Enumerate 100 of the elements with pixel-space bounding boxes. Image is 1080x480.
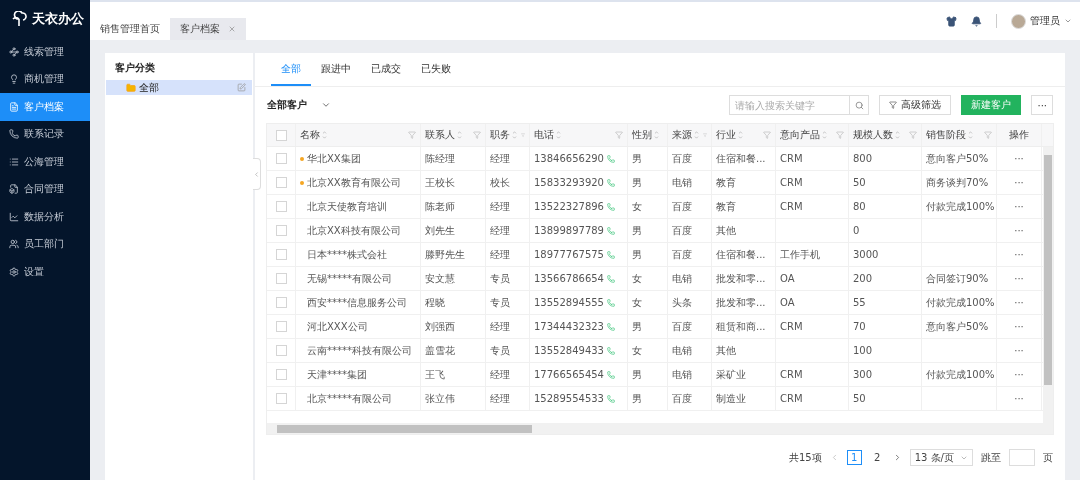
table-cell[interactable]: ··· xyxy=(1014,345,1024,356)
sort-icon[interactable] xyxy=(654,130,659,140)
sort-icon[interactable] xyxy=(968,130,973,140)
checkbox[interactable] xyxy=(275,273,287,284)
filter-button[interactable]: 高级筛选 xyxy=(879,95,952,115)
column-header[interactable]: 规模人数 xyxy=(849,124,922,146)
phone-icon[interactable] xyxy=(607,226,615,235)
column-header[interactable]: 销售阶段 xyxy=(922,124,997,146)
phone-icon[interactable] xyxy=(607,250,615,259)
column-header[interactable]: 操作 xyxy=(997,124,1042,146)
filter-icon[interactable] xyxy=(473,131,481,139)
phone-icon[interactable] xyxy=(607,298,615,307)
jump-field[interactable] xyxy=(1009,449,1035,466)
phone-icon[interactable] xyxy=(607,394,615,403)
sort-icon[interactable] xyxy=(895,130,900,140)
user-name[interactable]: 管理员 xyxy=(1030,14,1060,28)
category-item[interactable]: 全部 xyxy=(106,80,252,95)
route-icon xyxy=(9,46,19,57)
phone-icon[interactable] xyxy=(607,202,615,211)
sidebar-item[interactable]: 公海管理 xyxy=(0,148,90,176)
checkbox[interactable] xyxy=(275,321,287,332)
column-header[interactable]: 联系人 xyxy=(421,124,486,146)
table-cell[interactable]: ··· xyxy=(1014,225,1024,236)
sidebar-item[interactable]: 合同管理 xyxy=(0,175,90,203)
sidebar-item[interactable]: 联系记录 xyxy=(0,120,90,148)
column-header[interactable]: 意向产品 xyxy=(776,124,849,146)
table-cell[interactable]: ··· xyxy=(1014,273,1024,284)
phone-icon[interactable] xyxy=(607,346,615,355)
column-header[interactable]: 电话 xyxy=(530,124,628,146)
avatar[interactable] xyxy=(1011,13,1026,29)
table-cell[interactable]: ··· xyxy=(1014,153,1024,164)
phone-icon[interactable] xyxy=(607,322,615,331)
sort-icon[interactable] xyxy=(822,130,827,140)
column-header[interactable]: 性别 xyxy=(628,124,668,146)
search-icon[interactable] xyxy=(854,100,864,110)
checkbox[interactable] xyxy=(275,201,287,212)
view-select[interactable]: 全部客户 xyxy=(267,98,331,112)
status-tab[interactable]: 跟进中 xyxy=(311,53,361,86)
sidebar-item[interactable]: 商机管理 xyxy=(0,65,90,93)
sidebar-item[interactable]: 员工部门 xyxy=(0,230,90,258)
sort-icon[interactable] xyxy=(512,130,517,140)
page-size-select[interactable]: 13 条/页 xyxy=(909,449,973,466)
checkbox[interactable] xyxy=(275,393,287,404)
column-header[interactable]: 行业 xyxy=(712,124,776,146)
table-cell[interactable]: ··· xyxy=(1014,249,1024,260)
phone-icon[interactable] xyxy=(607,178,615,187)
sort-icon[interactable] xyxy=(738,130,743,140)
phone-icon[interactable] xyxy=(607,274,615,283)
column-header[interactable]: 职务 xyxy=(486,124,530,146)
sidebar-item[interactable]: 数据分析 xyxy=(0,203,90,231)
sort-icon[interactable] xyxy=(457,130,462,140)
table-cell[interactable]: ··· xyxy=(1014,393,1024,404)
table-cell[interactable]: ··· xyxy=(1014,369,1024,380)
sidebar-item[interactable]: 设置 xyxy=(0,258,90,286)
status-tab[interactable]: 已失败 xyxy=(411,53,461,86)
more-button[interactable]: ··· xyxy=(1031,95,1053,115)
bell-icon[interactable] xyxy=(971,15,982,27)
column-header[interactable]: 名称 xyxy=(296,124,421,146)
checkbox[interactable] xyxy=(275,345,287,356)
chevron-down-icon[interactable] xyxy=(1064,17,1072,25)
status-tab[interactable]: 已成交 xyxy=(361,53,411,86)
checkbox[interactable] xyxy=(275,129,287,141)
close-icon[interactable] xyxy=(228,25,236,33)
vertical-scrollbar[interactable] xyxy=(1043,147,1053,424)
search-bar[interactable]: 请输入搜索关键字 xyxy=(729,95,870,115)
sidebar-item[interactable]: 线索管理 xyxy=(0,38,90,66)
filter-icon[interactable] xyxy=(909,131,917,139)
page-tab[interactable]: 客户档案 xyxy=(170,18,246,40)
horizontal-scrollbar[interactable] xyxy=(267,423,1053,434)
folder-icon xyxy=(126,82,136,93)
checkbox[interactable] xyxy=(275,225,287,236)
checkbox[interactable] xyxy=(275,297,287,308)
page-button[interactable]: 2 xyxy=(869,450,885,465)
checkbox[interactable] xyxy=(275,369,287,380)
filter-icon[interactable] xyxy=(763,131,771,139)
sort-icon[interactable] xyxy=(556,130,561,140)
table-cell[interactable]: ··· xyxy=(1014,297,1024,308)
page-button[interactable]: 1 xyxy=(846,450,862,465)
table-cell: 刘先生 xyxy=(425,223,455,238)
table-cell[interactable]: ··· xyxy=(1014,201,1024,212)
filter-icon[interactable] xyxy=(615,131,623,139)
checkbox[interactable] xyxy=(275,249,287,260)
filter-icon[interactable] xyxy=(984,131,992,139)
filter-icon[interactable] xyxy=(836,131,844,139)
edit-icon[interactable] xyxy=(237,83,246,92)
checkbox[interactable] xyxy=(275,177,287,188)
table-cell[interactable]: ··· xyxy=(1014,321,1024,332)
phone-icon[interactable] xyxy=(607,370,615,379)
collapse-handle[interactable] xyxy=(253,158,261,190)
sort-icon[interactable] xyxy=(694,130,699,140)
column-header[interactable]: 来源 xyxy=(668,124,712,146)
table-cell[interactable]: ··· xyxy=(1014,177,1024,188)
chevron-down-icon[interactable] xyxy=(321,100,331,110)
shirt-icon[interactable] xyxy=(946,15,957,27)
checkbox[interactable] xyxy=(275,153,287,164)
sort-icon[interactable] xyxy=(322,130,327,140)
phone-icon[interactable] xyxy=(607,154,615,163)
status-tab[interactable]: 全部 xyxy=(271,53,311,86)
filter-icon[interactable] xyxy=(408,131,416,139)
chevron-left-icon[interactable] xyxy=(253,170,260,178)
